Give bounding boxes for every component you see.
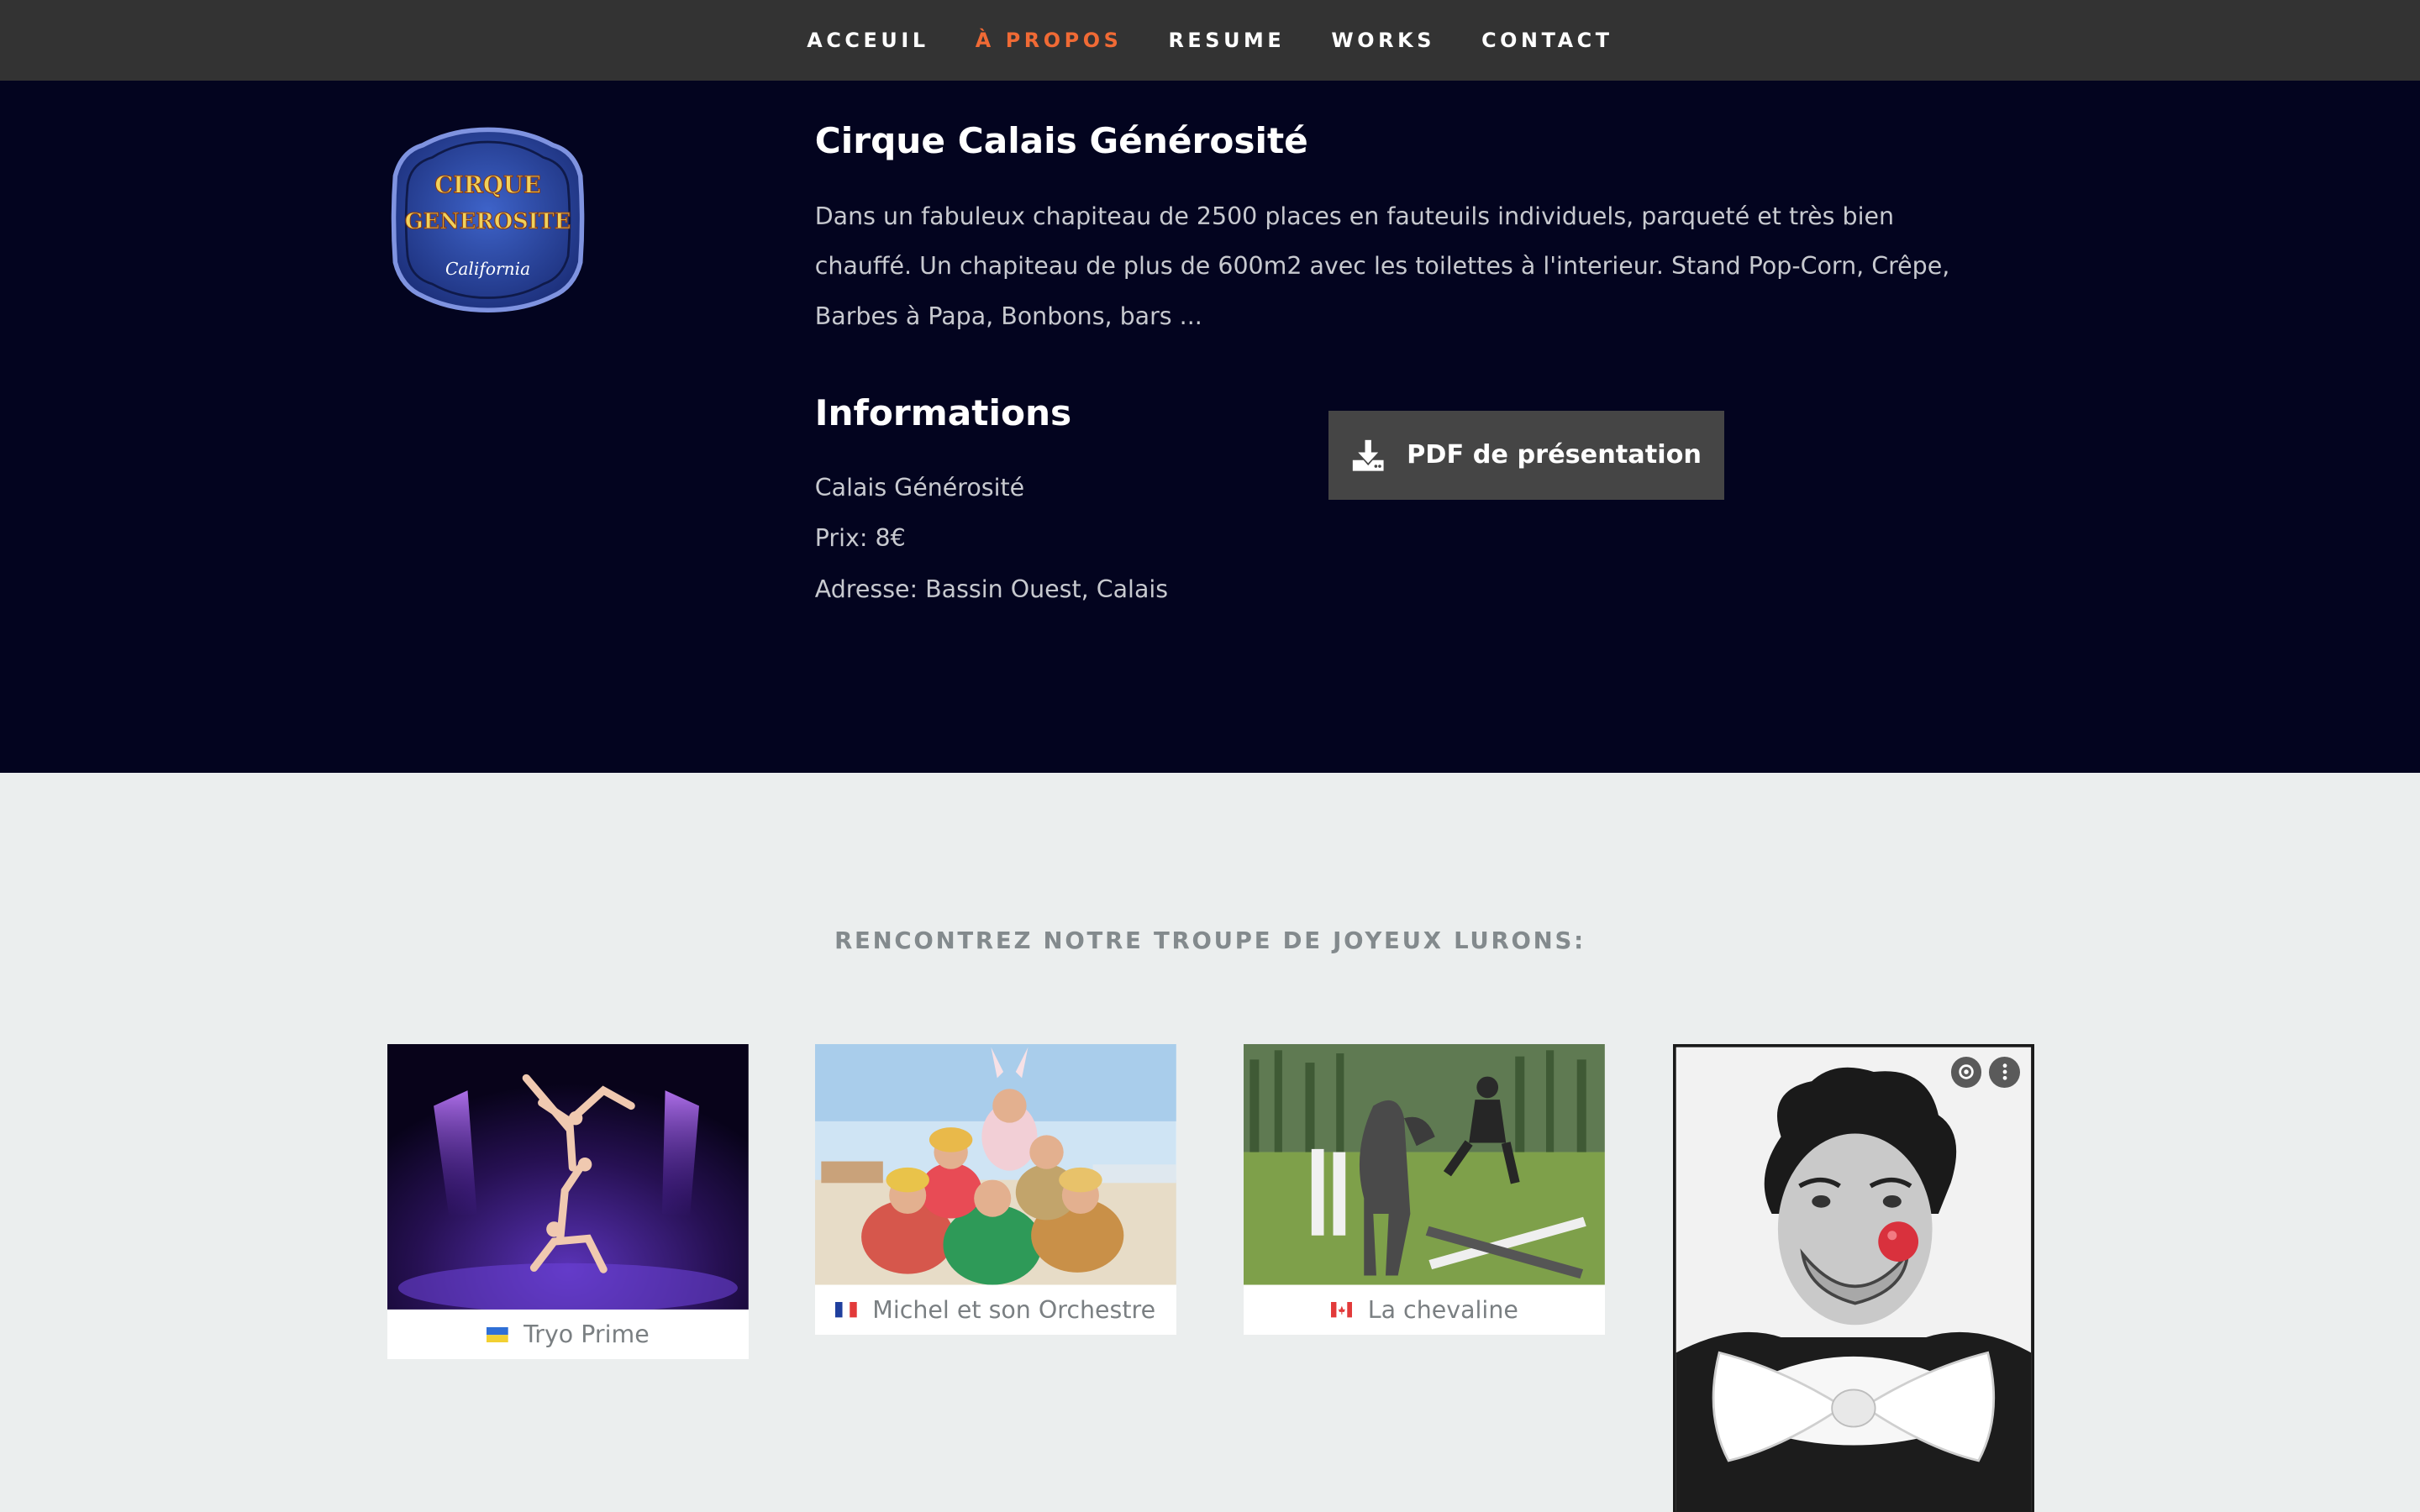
pdf-button-label: PDF de présentation [1407,440,1702,470]
nav-item-contact[interactable]: CONTACT [1481,29,1613,52]
orchestre-photo [814,1044,1176,1285]
info-title: Informations [814,391,1072,433]
main-nav: ACCEUIL À PROPOS RESUME WORKS CONTACT [0,0,2420,81]
troupe-card-caption: Michel et son Orchestre [815,1285,1176,1335]
ukraine-flag-icon [487,1326,508,1342]
info-address: Adresse: Bassin Ouest, Calais [814,575,1169,603]
about-section: CIRQUE GENEROSITE California Cirque Cala… [0,80,2420,774]
troupe-card-tryo-prime[interactable]: Tryo Prime [387,1044,749,1360]
info-price: Prix: 8€ [814,524,906,553]
troupe-card-la-chevaline[interactable]: La chevaline [1244,1044,1606,1335]
info-list: Calais Générosité Prix: 8€ Adresse: Bass… [815,463,1168,615]
about-description: Dans un fabuleux chapiteau de 2500 place… [814,202,1950,331]
troupe-member-name: La chevaline [1367,1295,1518,1324]
troupe-card-clown[interactable] [1672,1044,2034,1512]
nav-item-resume[interactable]: RESUME [1168,29,1285,52]
lens-icon[interactable] [1950,1057,1982,1088]
more-options-icon[interactable] [1989,1057,2021,1088]
about-title: Cirque Calais Générosité [814,120,1308,162]
nav-item-a-propos[interactable]: À PROPOS [976,29,1123,52]
france-flag-icon [835,1302,857,1318]
pdf-presentation-button[interactable]: PDF de présentation [1328,410,1724,501]
troupe-title: RENCONTREZ NOTRE TROUPE DE JOYEUX LURONS… [834,927,1586,954]
info-name: Calais Générosité [814,474,1025,501]
troupe-card-caption: La chevaline [1244,1285,1605,1335]
horse-jump-photo [1244,1044,1606,1285]
cirque-logo: CIRQUE GENEROSITE California [391,127,585,312]
troupe-card-caption: Tryo Prime [387,1310,749,1359]
svg-text:GENEROSITE: GENEROSITE [405,209,571,234]
nav-item-acceuil[interactable]: ACCEUIL [807,29,929,52]
troupe-card-michel-orchestre[interactable]: Michel et son Orchestre [814,1044,1176,1335]
acrobats-photo [387,1044,749,1310]
download-icon [1352,439,1384,471]
troupe-member-name: Tryo Prime [523,1320,650,1349]
svg-text:CIRQUE: CIRQUE [434,172,541,199]
troupe-member-name: Michel et son Orchestre [872,1295,1156,1324]
svg-text:California: California [445,259,530,279]
canada-flag-icon [1330,1302,1353,1318]
nav-item-works[interactable]: WORKS [1331,29,1435,52]
clown-photo [1676,1047,2032,1512]
